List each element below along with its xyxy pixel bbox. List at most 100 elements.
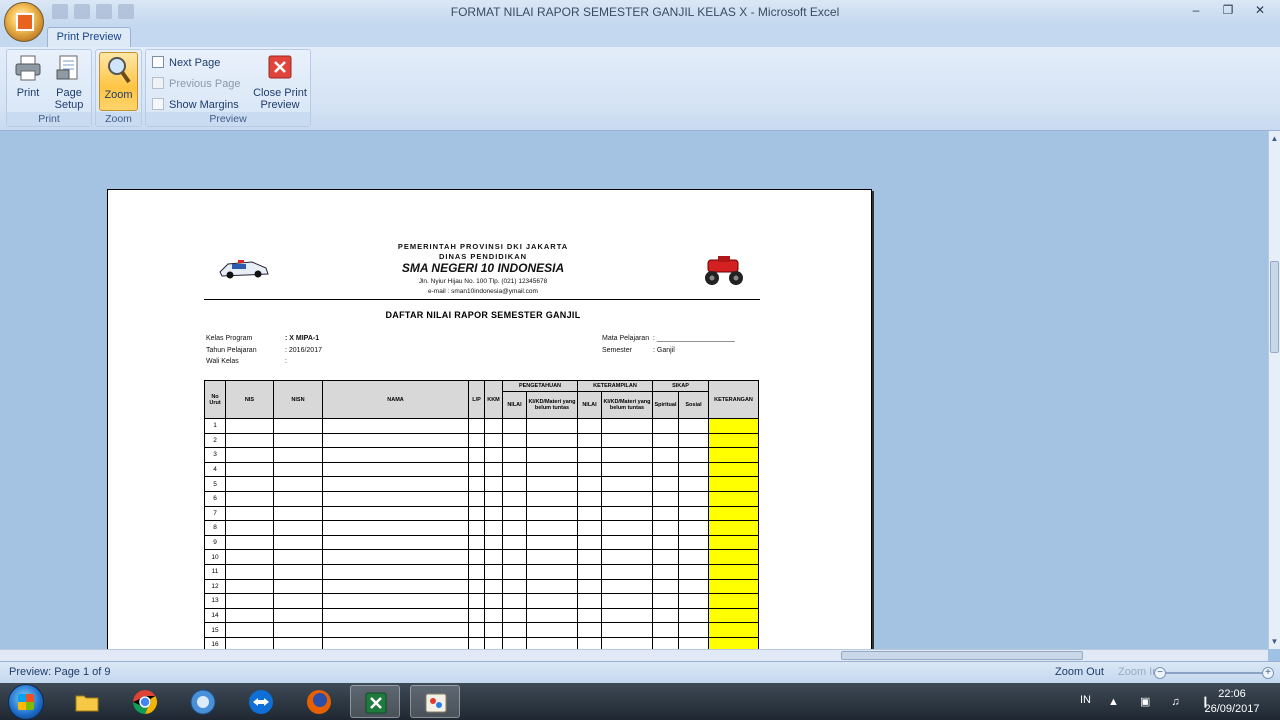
zoom-slider[interactable] [1154,672,1264,674]
redo-icon[interactable] [96,4,112,19]
row-number: 11 [204,563,226,580]
previous-page-label: Previous Page [169,78,241,90]
taskbar-teamviewer[interactable] [236,685,286,718]
start-button[interactable] [8,684,44,720]
zoom-button[interactable]: Zoom [99,52,138,111]
table-cell [484,418,503,434]
document-title: DAFTAR NILAI RAPOR SEMESTER GANJIL [385,310,581,320]
scroll-up-icon[interactable]: ▲ [1269,133,1280,144]
vertical-scrollbar[interactable]: ▲ ▼ [1268,131,1280,649]
table-cell [484,607,503,624]
keterangan-cell [708,563,759,580]
table-cell [502,578,527,595]
table-cell [484,636,503,649]
taskbar-excel[interactable] [350,685,400,718]
table-row: 15 [204,622,759,638]
page-setup-button[interactable]: Page Setup [49,53,89,111]
table-row: 4 [204,461,759,478]
table-cell [502,636,527,649]
table-cell [273,534,323,551]
table-cell [225,578,274,595]
mapel-value: : ____________________ [653,335,735,342]
teamviewer-icon [248,689,274,715]
table-cell [225,418,274,434]
minimize-button[interactable]: – [1182,2,1210,18]
table-cell [273,490,323,507]
table-cell [678,578,709,595]
table-cell [526,461,578,478]
table-cell [601,549,653,565]
taskbar-browser-blue[interactable] [178,685,228,718]
vertical-scroll-thumb[interactable] [1270,261,1279,353]
table-cell [225,432,274,449]
table-cell [484,578,503,595]
ribbon-tab-row [0,25,1280,47]
taskbar-clock[interactable]: 22:06 26/09/2017 [1196,687,1268,717]
save-icon[interactable] [52,4,68,19]
header-school-name: SMA NEGERI 10 INDONESIA [401,261,565,275]
table-cell [502,549,527,565]
taskbar-firefox[interactable] [294,685,344,718]
taskbar-paint[interactable] [410,685,460,718]
status-bar: Preview: Page 1 of 9 Zoom Out Zoom In − … [0,661,1280,683]
table-cell [322,447,469,463]
close-window-button[interactable]: ✕ [1246,2,1274,18]
table-cell [322,563,469,580]
table-cell [577,418,602,434]
table-cell [273,549,323,565]
taskbar-chrome[interactable] [120,685,170,718]
close-print-preview-button[interactable]: Close Print Preview [250,53,310,111]
taskbar-explorer[interactable] [62,685,112,718]
scroll-down-icon[interactable]: ▼ [1269,636,1280,647]
previous-page-button[interactable]: Previous Page [152,76,241,92]
table-cell [484,461,503,478]
print-button[interactable]: Print [10,53,46,99]
table-cell [652,563,679,580]
tab-print-preview[interactable]: Print Preview [47,27,131,48]
undo-icon[interactable] [74,4,90,19]
next-page-button[interactable]: Next Page [152,55,220,71]
zoom-in-label[interactable]: Zoom In [1118,666,1158,678]
table-cell [678,593,709,609]
monster-truck-logo [700,254,748,288]
table-row: 14 [204,607,759,624]
horizontal-scrollbar[interactable] [0,649,1268,661]
office-button[interactable] [4,2,44,42]
table-row: 1 [204,418,759,434]
zoom-out-label[interactable]: Zoom Out [1055,666,1104,678]
table-cell [601,563,653,580]
table-cell [468,461,485,478]
row-number: 8 [204,520,226,536]
restore-button[interactable]: ❐ [1214,2,1242,18]
table-cell [577,461,602,478]
row-number: 10 [204,549,226,565]
horizontal-scroll-thumb[interactable] [841,651,1083,660]
table-cell [484,432,503,449]
table-cell [652,418,679,434]
show-margins-checkbox[interactable]: Show Margins [152,97,239,113]
preview-workspace: PEMERINTAH PROVINSI DKI JAKARTA DINAS PE… [0,131,1268,649]
row-number: 12 [204,578,226,595]
table-cell [484,534,503,551]
show-margins-label: Show Margins [169,99,239,111]
table-cell [601,461,653,478]
clock-date: 26/09/2017 [1204,703,1260,715]
zoom-minus-icon[interactable]: − [1154,667,1166,679]
language-indicator[interactable]: IN [1080,694,1091,706]
zoom-plus-icon[interactable]: + [1262,667,1274,679]
table-row: 10 [204,549,759,565]
table-cell [577,534,602,551]
col-kikd-pengetahuan: KI/KD/Materi yang belum tuntas [526,391,578,419]
table-cell [577,636,602,649]
table-cell [526,534,578,551]
table-cell [484,476,503,492]
table-cell [468,593,485,609]
table-cell [652,578,679,595]
table-cell [678,490,709,507]
table-cell [577,563,602,580]
col-nama: NAMA [322,380,469,419]
table-cell [678,549,709,565]
preview-group: Next Page Previous Page Show Margins Clo… [145,49,311,127]
tahun-value: : 2016/2017 [285,347,322,354]
print-preview-icon[interactable] [118,4,134,19]
